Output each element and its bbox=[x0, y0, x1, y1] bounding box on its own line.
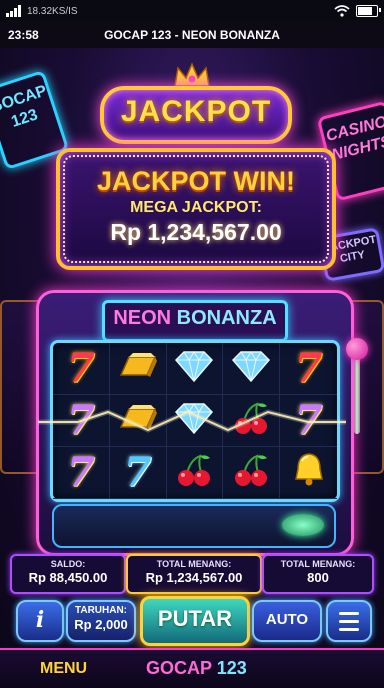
diamond-icon bbox=[229, 349, 273, 388]
cherry-icon bbox=[174, 452, 214, 493]
status-bar: 18.32KS/IS bbox=[0, 0, 384, 22]
wifi-icon bbox=[334, 5, 350, 17]
diamond-icon bbox=[172, 401, 216, 440]
reel-cell bbox=[280, 447, 337, 499]
reel-grid: 777777 bbox=[50, 340, 340, 502]
brand-word-2: 123 bbox=[216, 658, 247, 678]
seven-purple-icon: 7 bbox=[66, 397, 95, 444]
total-win-label: TOTAL MENANG: bbox=[156, 559, 232, 569]
bottom-bar: MENU GOCAP 123 bbox=[0, 648, 384, 688]
reel-cell: 7 bbox=[53, 395, 110, 447]
reel-cell: 7 bbox=[280, 395, 337, 447]
bet-button[interactable]: TARUHAN: Rp 2,000 bbox=[66, 600, 136, 642]
game-name-banner: NEON BONANZA bbox=[102, 300, 288, 342]
jackpot-header-text: JACKPOT bbox=[120, 95, 272, 128]
spin-button[interactable]: PUTAR bbox=[140, 596, 250, 646]
gold-bar-icon bbox=[117, 401, 159, 440]
seven-red-icon: 7 bbox=[66, 345, 95, 392]
seven-red-icon: 7 bbox=[294, 345, 323, 392]
reel-cell bbox=[109, 395, 167, 447]
game-screen: 18.32KS/IS 23:58 GOCAP 123 - NEON BONANZ… bbox=[0, 0, 384, 688]
mega-jackpot-label: MEGA JACKPOT: bbox=[130, 199, 262, 216]
gold-bar-icon bbox=[117, 349, 159, 388]
title-bar: 23:58 GOCAP 123 - NEON BONANZA bbox=[0, 22, 384, 48]
mega-jackpot-amount: Rp 1,234,567.00 bbox=[110, 219, 282, 245]
jackpot-win-panel: JACKPOT WIN! MEGA JACKPOT: Rp 1,234,567.… bbox=[56, 148, 336, 270]
reel-cell bbox=[223, 343, 281, 395]
hamburger-menu-button[interactable] bbox=[326, 600, 372, 642]
balance-panel: SALDO: Rp 88,450.00 bbox=[10, 554, 126, 594]
network-speed: 18.32KS/IS bbox=[27, 5, 78, 17]
page-title: GOCAP 123 - NEON BONANZA bbox=[104, 28, 280, 42]
spin-pad-icon bbox=[282, 514, 324, 536]
brand-word-1: GOCAP bbox=[146, 658, 212, 678]
bet-value: Rp 2,000 bbox=[74, 617, 128, 632]
total-win-secondary-label: TOTAL MENANG: bbox=[280, 559, 356, 569]
bell-icon bbox=[290, 451, 328, 494]
cherry-icon bbox=[231, 400, 271, 441]
info-button[interactable]: i bbox=[16, 600, 64, 642]
reel-cell: 7 bbox=[53, 447, 110, 499]
game-name-word-2: BONANZA bbox=[176, 307, 277, 329]
reel-cell bbox=[166, 447, 224, 499]
balance-value: Rp 88,450.00 bbox=[28, 570, 108, 585]
reel-cell bbox=[166, 395, 224, 447]
reel-cell: 7 bbox=[280, 343, 337, 395]
total-win-secondary-value: 800 bbox=[307, 570, 329, 585]
signal-icon bbox=[6, 5, 21, 17]
reel-cell bbox=[109, 343, 167, 395]
balance-label: SALDO: bbox=[50, 559, 86, 569]
lever-knob[interactable] bbox=[346, 338, 368, 360]
seven-purple-icon: 7 bbox=[294, 397, 323, 444]
hamburger-icon bbox=[339, 612, 359, 615]
reel-cell bbox=[223, 447, 281, 499]
game-name-word-1: NEON bbox=[113, 307, 172, 329]
auto-button[interactable]: AUTO bbox=[252, 600, 322, 642]
bet-label: TARUHAN: bbox=[74, 605, 128, 616]
diamond-icon bbox=[172, 349, 216, 388]
stats-bar: SALDO: Rp 88,450.00 TOTAL MENANG: Rp 1,2… bbox=[10, 554, 374, 594]
reel-cell bbox=[166, 343, 224, 395]
menu-link[interactable]: MENU bbox=[40, 660, 87, 678]
seven-blue-icon: 7 bbox=[123, 449, 152, 496]
total-win-secondary-panel: TOTAL MENANG: 800 bbox=[262, 554, 374, 594]
total-win-value: Rp 1,234,567.00 bbox=[145, 570, 243, 585]
seven-purple-icon: 7 bbox=[66, 449, 95, 496]
total-win-panel: TOTAL MENANG: Rp 1,234,567.00 bbox=[126, 554, 262, 594]
jackpot-win-title: JACKPOT WIN! bbox=[97, 166, 295, 196]
cherry-icon bbox=[231, 452, 271, 493]
battery-icon bbox=[356, 5, 381, 17]
reel-cell: 7 bbox=[53, 343, 110, 395]
jackpot-header-sign: JACKPOT bbox=[100, 86, 292, 144]
reel-cell bbox=[223, 395, 281, 447]
reel-cell: 7 bbox=[109, 447, 167, 499]
brand-logo: GOCAP 123 bbox=[146, 658, 247, 679]
